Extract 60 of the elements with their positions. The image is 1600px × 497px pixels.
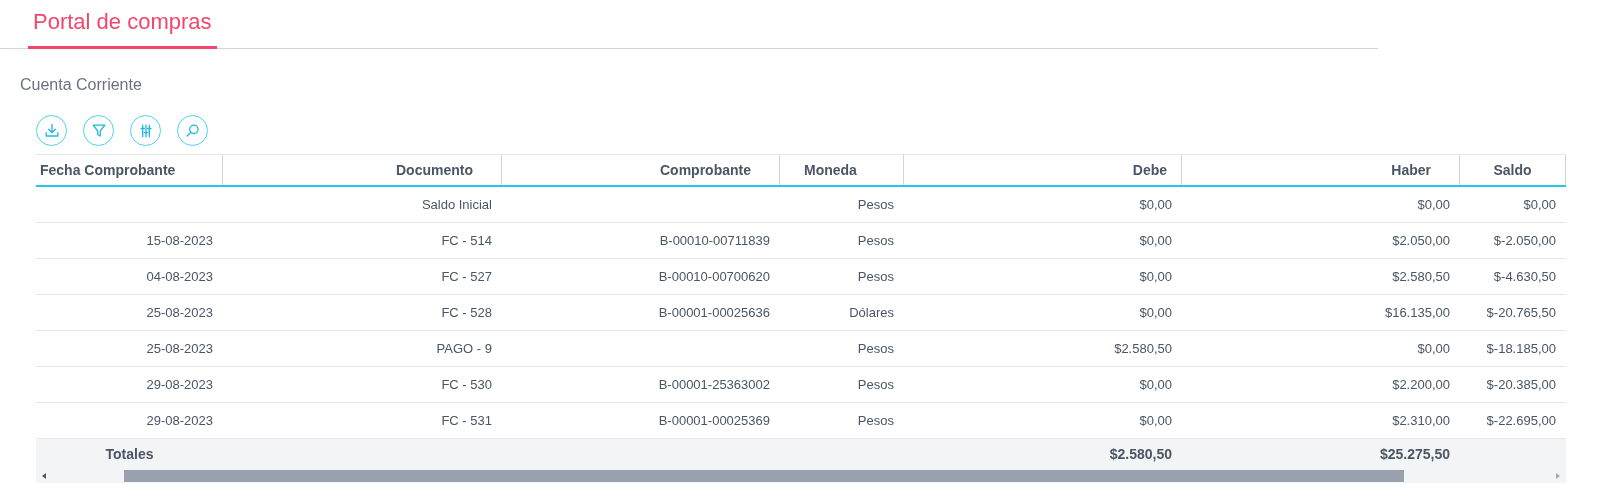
table-cell: $-4.630,50	[1493, 268, 1556, 284]
table-cell: 15-08-2023	[146, 232, 213, 248]
page-title: Portal de compras	[28, 0, 217, 49]
column-header[interactable]: Comprobante	[502, 155, 780, 185]
table-cell: 25-08-2023	[146, 340, 213, 356]
table-cell: $0,00	[1417, 196, 1450, 212]
table-cell: $0,00	[1139, 268, 1172, 284]
table-cell: 04-08-2023	[146, 268, 213, 284]
table-cell: 25-08-2023	[146, 304, 213, 320]
table-cell: Pesos	[857, 412, 894, 428]
table-cell: Pesos	[857, 232, 894, 248]
table-cell: B-00001-00025369	[658, 412, 770, 428]
table-cell: FC - 531	[441, 412, 492, 428]
table-cell: FC - 527	[441, 268, 492, 284]
column-header[interactable]: Moneda	[780, 155, 904, 185]
table-cell: Pesos	[857, 376, 894, 392]
scrollbar-thumb[interactable]	[124, 470, 1404, 482]
column-header[interactable]: Documento	[223, 155, 502, 185]
table-cell: Pesos	[857, 268, 894, 284]
table-cell: FC - 528	[441, 304, 492, 320]
table-cell: $-20.765,50	[1486, 304, 1556, 320]
table-cell: $2.580,50	[1114, 340, 1172, 356]
table-cell: B-00010-00700620	[658, 268, 770, 284]
column-header[interactable]: Fecha Comprobante	[36, 155, 223, 185]
section-title: Cuenta Corriente	[20, 75, 143, 95]
table-cell: $2.310,00	[1392, 412, 1450, 428]
column-header[interactable]: Debe	[904, 155, 1182, 185]
table-cell: $0,00	[1417, 340, 1450, 356]
table-cell: B-00001-25363002	[658, 376, 770, 392]
table-cell: $2.580,50	[1392, 268, 1450, 284]
table-cell: PAGO - 9	[436, 340, 492, 356]
column-header[interactable]: Saldo	[1460, 155, 1566, 185]
column-header[interactable]: Haber	[1182, 155, 1460, 185]
table-cell: 29-08-2023	[146, 412, 213, 428]
table-cell: FC - 530	[441, 376, 492, 392]
table-cell: B-00001-00025636	[658, 304, 770, 320]
table-cell: Saldo Inicial	[421, 196, 492, 212]
total-value: $25.275,50	[1379, 445, 1450, 462]
table-cell: $-20.385,00	[1486, 376, 1556, 392]
table-cell: $2.050,00	[1392, 232, 1450, 248]
table-cell: $-18.185,00	[1486, 340, 1556, 356]
table-cell: $0,00	[1139, 412, 1172, 428]
table-cell: FC - 514	[441, 232, 492, 248]
total-value: $2.580,50	[1109, 445, 1172, 462]
table-cell: $-22.695,00	[1486, 412, 1556, 428]
table-cell: $16.135,00	[1384, 304, 1450, 320]
table-cell: $0,00	[1139, 376, 1172, 392]
table-cell: $0,00	[1139, 232, 1172, 248]
table-cell: $0,00	[1139, 196, 1172, 212]
table-cell: $2.200,00	[1392, 376, 1450, 392]
table-cell: $-2.050,00	[1493, 232, 1556, 248]
horizontal-scrollbar[interactable]	[36, 469, 1566, 483]
table-cell: Pesos	[857, 196, 894, 212]
table-cell: 29-08-2023	[146, 376, 213, 392]
table-cell: Pesos	[857, 340, 894, 356]
table-cell: $0,00	[1523, 196, 1556, 212]
table-cell: B-00010-00711839	[659, 232, 770, 248]
table-cell: $0,00	[1139, 304, 1172, 320]
table-cell: Dólares	[849, 304, 894, 320]
totals-label: Totales	[105, 445, 154, 462]
